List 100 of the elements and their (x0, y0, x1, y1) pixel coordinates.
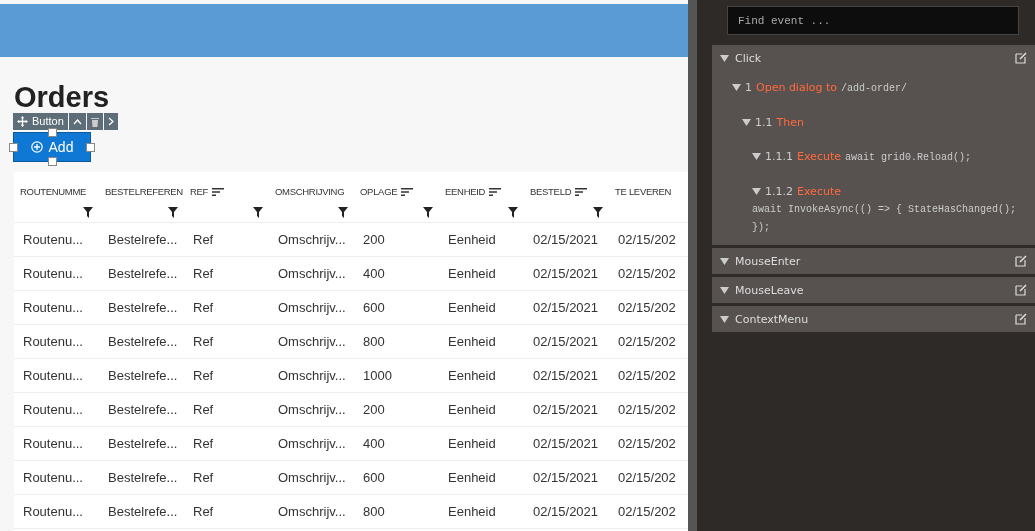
column-header[interactable]: TE LEVEREN (609, 172, 688, 222)
event-name[interactable]: ContextMenu (735, 312, 1009, 326)
table-cell-text: Bestelrefe... (107, 469, 179, 487)
delete-button[interactable] (86, 113, 103, 130)
move-handle[interactable]: Button (13, 113, 68, 130)
move-up-button[interactable] (68, 113, 86, 130)
page-title: Orders (14, 81, 110, 113)
event-action[interactable]: 1.1.1 Execute await grid0.Reload(); (712, 140, 1035, 175)
filter-icon[interactable] (423, 207, 433, 218)
table-cell-text: Routenu... (22, 401, 84, 419)
edit-icon[interactable] (1015, 284, 1027, 296)
resize-handle[interactable] (48, 157, 57, 166)
table-cell-text: 02/15/2021 (532, 401, 600, 419)
expand-arrow-icon[interactable] (720, 257, 729, 265)
table-cell-text: Bestelrefe... (107, 265, 179, 283)
chevron-right-icon[interactable] (107, 117, 114, 126)
sort-icon[interactable] (401, 188, 414, 196)
add-button[interactable]: Add (13, 132, 91, 162)
table-cell-text: Omschrijv... (277, 299, 347, 317)
table-cell-text: 02/15/2021 (532, 469, 600, 487)
filter-icon[interactable] (168, 207, 178, 218)
column-header[interactable]: BESTELD (524, 172, 609, 222)
table-cell-text: 02/15/202 (617, 333, 677, 351)
table-cell-text: Bestelrefe... (107, 435, 179, 453)
table-cell-text: 02/15/202 (617, 231, 677, 249)
table-cell-text: Eenheid (447, 333, 497, 351)
table-cell-text: 02/15/2021 (532, 333, 600, 351)
table-cell-text: Eenheid (447, 367, 497, 385)
edit-icon[interactable] (1015, 255, 1027, 267)
table-cell-text: 02/15/2021 (532, 367, 600, 385)
filter-icon[interactable] (253, 207, 263, 218)
table-cell-text: Ref (192, 401, 215, 419)
column-header[interactable]: OPLAGE (354, 172, 439, 222)
search-field[interactable]: Find event ... (727, 6, 1019, 35)
table-cell-text: Bestelrefe... (107, 503, 179, 521)
column-header[interactable]: BESTELREFEREN (99, 172, 184, 222)
table-cell-text: Bestelrefe... (107, 367, 179, 385)
sort-icon[interactable] (489, 188, 502, 196)
event-name[interactable]: MouseLeave (735, 283, 1009, 297)
table-cell-text: Routenu... (22, 503, 84, 521)
table-cell-text: Ref (192, 299, 215, 317)
edit-icon[interactable] (1015, 313, 1027, 325)
expand-arrow-icon[interactable] (720, 286, 729, 294)
sort-icon[interactable] (575, 188, 588, 196)
resize-handle[interactable] (48, 128, 57, 137)
event-action[interactable]: 1.1 Then (712, 106, 1035, 140)
resize-handle[interactable] (86, 143, 95, 152)
table-cell-text: Eenheid (447, 299, 497, 317)
table-cell-text: 200 (362, 401, 386, 419)
trash-icon[interactable] (90, 116, 99, 127)
table-cell-text: 02/15/2021 (532, 299, 600, 317)
table-cell-text: 800 (362, 503, 386, 521)
column-header[interactable]: ROUTENUMME (14, 172, 99, 222)
filter-icon[interactable] (508, 207, 518, 218)
table-cell-text: 02/15/202 (617, 367, 677, 385)
column-header[interactable]: EENHEID (439, 172, 524, 222)
column-header[interactable]: REF (184, 172, 269, 222)
filter-icon[interactable] (338, 207, 348, 218)
table-cell-text: Ref (192, 503, 215, 521)
event-action[interactable]: 1.1.2 Execute await InvokeAsync(() => { StateHasChanged(); }); (712, 175, 1035, 245)
event-name[interactable]: Click (735, 51, 1009, 65)
table-cell-text: 02/15/2021 (532, 231, 600, 249)
next-button[interactable] (103, 113, 118, 130)
expand-arrow-icon[interactable] (720, 54, 729, 62)
table-cell-text: Ref (192, 435, 215, 453)
table-cell-text: Eenheid (447, 503, 497, 521)
edit-icon[interactable] (1015, 52, 1027, 64)
expand-arrow-icon[interactable] (752, 188, 761, 195)
scrollbar[interactable] (688, 0, 697, 531)
chevron-up-icon[interactable] (72, 118, 82, 125)
filter-icon[interactable] (593, 207, 603, 218)
expand-arrow-icon[interactable] (720, 315, 729, 323)
table-cell-text: Routenu... (22, 265, 84, 283)
table-cell-text: 02/15/202 (617, 299, 677, 317)
table-cell-text: Routenu... (22, 231, 84, 249)
table-cell-text: 02/15/202 (617, 503, 677, 521)
table-cell-text: 02/15/202 (617, 469, 677, 487)
table-cell-text: Omschrijv... (277, 401, 347, 419)
table-cell-text: 02/15/2021 (532, 435, 600, 453)
sort-icon[interactable] (212, 188, 225, 196)
table-cell-text: 02/15/202 (617, 265, 677, 283)
column-header[interactable]: OMSCHRIJVING (269, 172, 354, 222)
move-icon[interactable] (17, 116, 28, 127)
table-cell-text: 1000 (362, 367, 393, 385)
table-cell-text: Ref (192, 231, 215, 249)
table-cell-text: Routenu... (22, 299, 84, 317)
expand-arrow-icon[interactable] (752, 153, 761, 160)
table-cell-text: Eenheid (447, 401, 497, 419)
table-cell-text: Bestelrefe... (107, 401, 179, 419)
component-label: Button (32, 114, 64, 129)
event-name[interactable]: MouseEnter (735, 254, 1009, 268)
plus-circle-icon[interactable] (30, 141, 43, 153)
filter-icon[interactable] (83, 207, 93, 218)
table-cell-text: Omschrijv... (277, 435, 347, 453)
resize-handle[interactable] (9, 143, 18, 152)
table-cell-text: Routenu... (22, 333, 84, 351)
event-action[interactable]: 1 Open dialog to /add-order/ (712, 71, 1035, 106)
expand-arrow-icon[interactable] (732, 84, 741, 91)
expand-arrow-icon[interactable] (742, 119, 751, 126)
table-cell-text: Omschrijv... (277, 367, 347, 385)
